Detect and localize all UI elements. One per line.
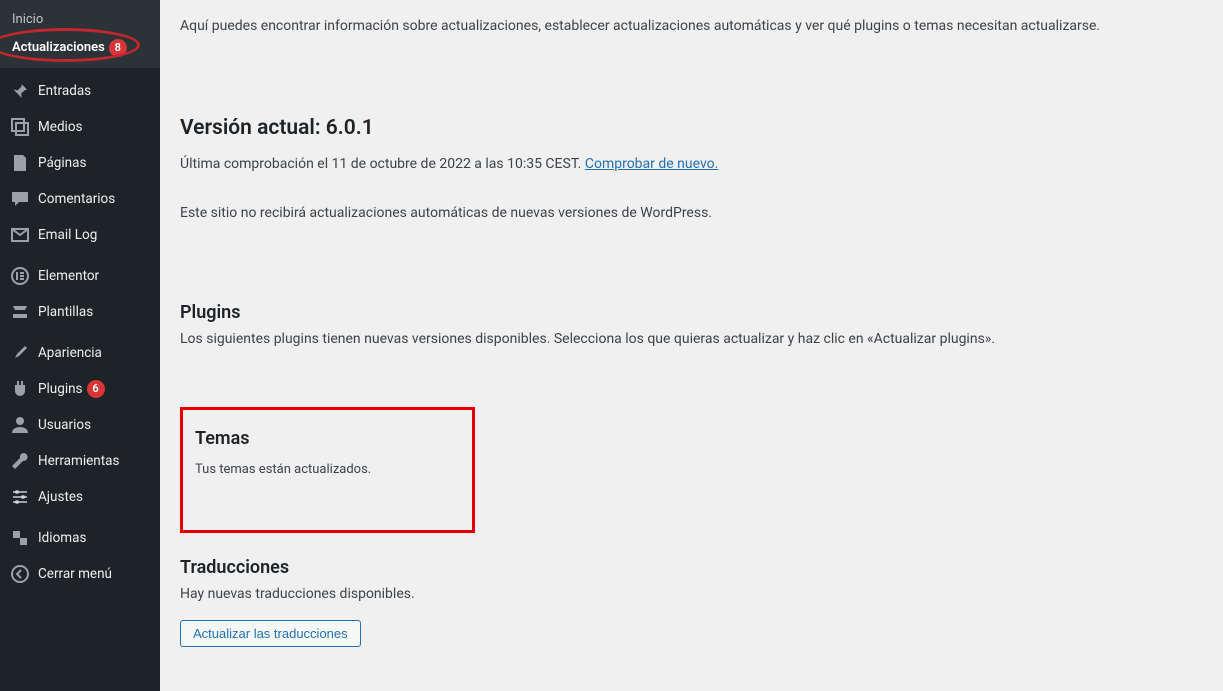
themes-heading: Temas <box>195 428 460 449</box>
sidebar-item-entradas[interactable]: Entradas <box>0 73 160 109</box>
intro-text: Aquí puedes encontrar información sobre … <box>180 18 1203 34</box>
themes-text: Tus temas están actualizados. <box>195 462 460 477</box>
sidebar-item-label: Cerrar menú <box>38 565 112 583</box>
sidebar-item-apariencia[interactable]: Apariencia <box>0 335 160 371</box>
sidebar-item-label: Herramientas <box>38 452 119 470</box>
last-check-line: Última comprobación el 11 de octubre de … <box>180 154 1203 175</box>
translations-text: Hay nuevas traducciones disponibles. <box>180 586 1203 602</box>
templates-icon <box>10 302 30 322</box>
elementor-icon <box>10 266 30 286</box>
version-heading: Versión actual: 6.0.1 <box>180 116 1203 140</box>
sidebar-item-comentarios[interactable]: Comentarios <box>0 181 160 217</box>
auto-update-msg: Este sitio no recibirá actualizaciones a… <box>180 203 1203 224</box>
sidebar-item-plantillas[interactable]: Plantillas <box>0 294 160 330</box>
mail-icon <box>10 225 30 245</box>
last-check-text: Última comprobación el 11 de octubre de … <box>180 156 585 172</box>
sidebar-item-label: Entradas <box>38 82 91 100</box>
submenu-label: Inicio <box>12 11 43 29</box>
plugins-section: Plugins Los siguientes plugins tienen nu… <box>180 302 1203 347</box>
admin-sidebar: Inicio Actualizaciones 8 Entradas Medios… <box>0 0 160 691</box>
sidebar-item-medios[interactable]: Medios <box>0 109 160 145</box>
sliders-icon <box>10 487 30 507</box>
comment-icon <box>10 189 30 209</box>
plugins-badge: 6 <box>87 380 105 398</box>
sidebar-item-label: Medios <box>38 118 83 136</box>
sidebar-item-herramientas[interactable]: Herramientas <box>0 443 160 479</box>
sidebar-item-elementor[interactable]: Elementor <box>0 258 160 294</box>
themes-section: Temas Tus temas están actualizados. <box>180 407 475 533</box>
version-section: Versión actual: 6.0.1 Última comprobació… <box>180 116 1203 224</box>
brush-icon <box>10 343 30 363</box>
sidebar-item-ajustes[interactable]: Ajustes <box>0 479 160 515</box>
sidebar-item-label: Comentarios <box>38 190 115 208</box>
sidebar-item-usuarios[interactable]: Usuarios <box>0 407 160 443</box>
updates-badge: 8 <box>109 39 127 57</box>
submenu-label: Actualizaciones <box>12 39 105 57</box>
plugin-icon <box>10 379 30 399</box>
sidebar-item-paginas[interactable]: Páginas <box>0 145 160 181</box>
translations-heading: Traducciones <box>180 557 1203 578</box>
sidebar-item-label: Elementor <box>38 267 99 285</box>
sidebar-item-label: Email Log <box>38 226 97 244</box>
check-again-link[interactable]: Comprobar de nuevo. <box>585 156 718 172</box>
page-icon <box>10 153 30 173</box>
sidebar-item-label: Usuarios <box>38 416 91 434</box>
plugins-text: Los siguientes plugins tienen nuevas ver… <box>180 331 1203 347</box>
plugins-heading: Plugins <box>180 302 1203 323</box>
main-content: Aquí puedes encontrar información sobre … <box>160 0 1223 691</box>
sidebar-item-label: Plantillas <box>38 303 93 321</box>
pin-icon <box>10 81 30 101</box>
wrench-icon <box>10 451 30 471</box>
language-icon <box>10 528 30 548</box>
sidebar-item-plugins[interactable]: Plugins 6 <box>0 371 160 407</box>
sidebar-item-label: Apariencia <box>38 344 102 362</box>
collapse-icon <box>10 564 30 584</box>
sidebar-item-emaillog[interactable]: Email Log <box>0 217 160 253</box>
dashboard-submenu: Inicio Actualizaciones 8 <box>0 0 160 68</box>
sidebar-item-label: Idiomas <box>38 529 86 547</box>
media-icon <box>10 117 30 137</box>
sidebar-item-label: Plugins <box>38 380 83 398</box>
user-icon <box>10 415 30 435</box>
update-translations-button[interactable]: Actualizar las traducciones <box>180 620 361 647</box>
sidebar-item-idiomas[interactable]: Idiomas <box>0 520 160 556</box>
translations-section: Traducciones Hay nuevas traducciones dis… <box>180 557 1203 647</box>
submenu-inicio[interactable]: Inicio <box>0 6 160 34</box>
sidebar-item-label: Ajustes <box>38 488 83 506</box>
sidebar-item-label: Páginas <box>38 154 86 172</box>
sidebar-item-cerrar[interactable]: Cerrar menú <box>0 556 160 592</box>
submenu-actualizaciones[interactable]: Actualizaciones 8 <box>0 34 160 62</box>
